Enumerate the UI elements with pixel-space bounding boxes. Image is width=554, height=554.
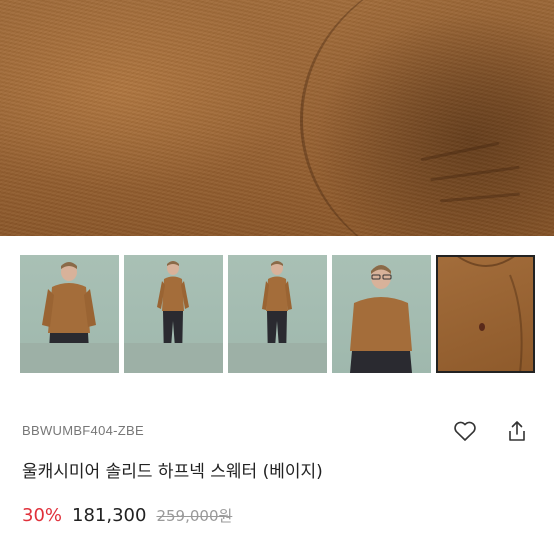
price-row: 30% 181,300 259,000원 <box>22 505 232 526</box>
thumbnail-4[interactable] <box>332 255 431 373</box>
product-code: BBWUMBF404-ZBE <box>22 423 144 438</box>
sweater-closeup-image <box>455 255 523 373</box>
thumbnail-gallery <box>20 255 535 373</box>
sale-price: 181,300 <box>72 505 147 526</box>
thumbnail-2[interactable] <box>124 255 223 373</box>
share-button[interactable] <box>504 418 530 444</box>
heart-icon <box>454 421 476 441</box>
thumbnail-5[interactable] <box>436 255 535 373</box>
thumbnail-3[interactable] <box>228 255 327 373</box>
wishlist-button[interactable] <box>452 418 478 444</box>
thumbnail-1[interactable] <box>20 255 119 373</box>
product-title: 울캐시미어 솔리드 하프넥 스웨터 (베이지) <box>22 462 323 482</box>
product-page: BBWUMBF404-ZBE 울캐시미어 솔리드 하프넥 스웨터 (베이지) 3… <box>0 0 554 554</box>
discount-rate: 30% <box>22 505 63 526</box>
model-upper-body-image <box>350 265 412 373</box>
product-main-image <box>0 0 554 236</box>
shoulder-shading <box>300 0 554 236</box>
original-price: 259,000원 <box>156 507 233 525</box>
share-icon <box>509 421 525 441</box>
